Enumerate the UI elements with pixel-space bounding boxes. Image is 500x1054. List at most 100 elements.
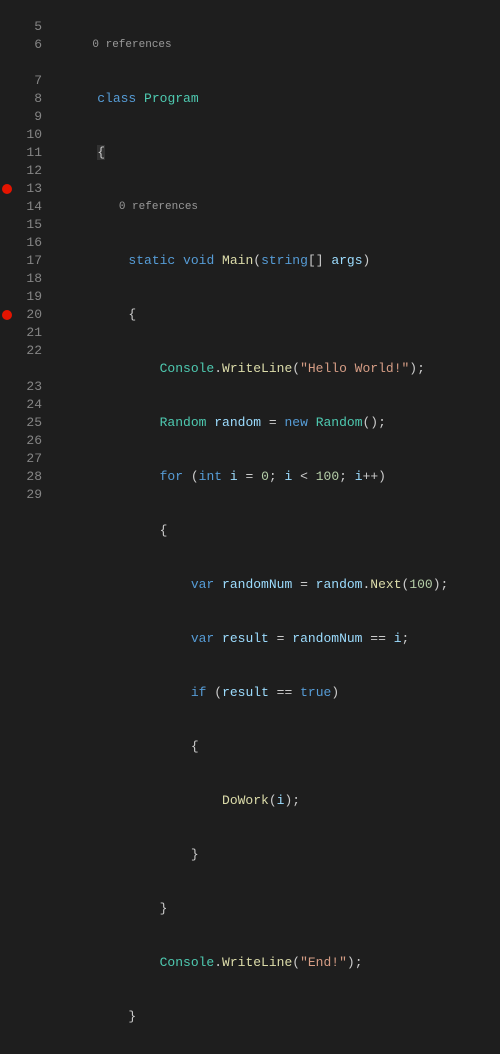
class-name: Random [160, 415, 207, 430]
punctuation: ( [191, 469, 199, 484]
punctuation: . [214, 955, 222, 970]
breakpoint-icon[interactable] [2, 310, 12, 320]
operator: = [238, 469, 261, 484]
code-line[interactable]: DoWork(i); [66, 792, 500, 810]
keyword: static [128, 253, 175, 268]
variable: i [394, 631, 402, 646]
keyword: var [191, 577, 214, 592]
code-line[interactable]: var randomNum = random.Next(100); [66, 576, 500, 594]
code-area[interactable]: 0 references class Program { 0 reference… [60, 0, 500, 527]
code-line[interactable]: for (int i = 0; i < 100; i++) [66, 468, 500, 486]
class-name: Console [160, 361, 215, 376]
code-line[interactable]: Console.WriteLine("End!"); [66, 954, 500, 972]
code-editor[interactable]: 5 6 7 8 9 10 11 12 13 14 15 16 17 18 19 … [0, 0, 500, 527]
keyword: for [160, 469, 183, 484]
code-line[interactable]: Console.WriteLine("Hello World!"); [66, 360, 500, 378]
code-line[interactable]: Random random = new Random(); [66, 414, 500, 432]
codelens-references[interactable]: 0 references [66, 198, 500, 216]
punctuation: [] [308, 253, 324, 268]
line-number: 22 [0, 342, 42, 360]
punctuation: (); [363, 415, 386, 430]
punctuation: ( [269, 793, 277, 808]
code-line[interactable]: } [66, 1008, 500, 1026]
operator: == [362, 631, 393, 646]
code-line[interactable]: { [66, 144, 500, 162]
space [308, 415, 316, 430]
operator: = [292, 577, 315, 592]
string-literal: "End!" [300, 955, 347, 970]
keyword: class [97, 91, 136, 106]
code-line[interactable]: var result = randomNum == i; [66, 630, 500, 648]
parameter: args [331, 253, 362, 268]
variable: randomNum [292, 631, 362, 646]
space [214, 631, 222, 646]
variable: i [355, 469, 363, 484]
line-number: 29 [0, 486, 42, 504]
number-literal: 100 [316, 469, 339, 484]
class-name: Console [160, 955, 215, 970]
punctuation: ) [331, 685, 339, 700]
brace-open: { [191, 739, 199, 754]
operator: == [269, 685, 300, 700]
class-name: Random [316, 415, 363, 430]
method-name: WriteLine [222, 361, 292, 376]
variable: result [222, 631, 269, 646]
code-line[interactable]: } [66, 846, 500, 864]
line-number: 16 [0, 234, 42, 252]
string-literal: "Hello World!" [300, 361, 409, 376]
codelens-gap [0, 360, 42, 378]
line-number: 26 [0, 432, 42, 450]
line-number: 8 [0, 90, 42, 108]
code-line[interactable]: class Program [66, 90, 500, 108]
keyword: void [175, 253, 214, 268]
line-number-gutter[interactable]: 5 6 7 8 9 10 11 12 13 14 15 16 17 18 19 … [0, 0, 60, 527]
punctuation: ); [409, 361, 425, 376]
codelens-references[interactable]: 0 references [66, 36, 500, 54]
method-name: WriteLine [222, 955, 292, 970]
punctuation: ); [347, 955, 363, 970]
line-number: 25 [0, 414, 42, 432]
brace-close: } [191, 847, 199, 862]
punctuation: . [214, 361, 222, 376]
operator: = [261, 415, 284, 430]
brace-close: } [128, 1009, 136, 1024]
code-line[interactable]: { [66, 738, 500, 756]
line-number: 11 [0, 144, 42, 162]
space [222, 469, 230, 484]
punctuation: ) [363, 253, 371, 268]
operator: < [292, 469, 315, 484]
code-line[interactable]: } [66, 900, 500, 918]
method-name: DoWork [222, 793, 269, 808]
brace-close: } [160, 901, 168, 916]
number-literal: 100 [409, 577, 432, 592]
line-number: 24 [0, 396, 42, 414]
code-line[interactable]: if (result == true) [66, 684, 500, 702]
code-line[interactable]: { [66, 306, 500, 324]
punctuation: ); [433, 577, 449, 592]
space [183, 469, 191, 484]
brace-open: { [128, 307, 136, 322]
line-number: 13 [0, 180, 42, 198]
variable: randomNum [222, 577, 292, 592]
keyword: new [284, 415, 307, 430]
code-line[interactable]: { [66, 522, 500, 540]
line-number: 21 [0, 324, 42, 342]
codelens-gap [0, 0, 42, 18]
line-number: 12 [0, 162, 42, 180]
variable: random [316, 577, 363, 592]
variable: i [277, 793, 285, 808]
operator: ++ [363, 469, 379, 484]
variable: result [222, 685, 269, 700]
line-number: 9 [0, 108, 42, 126]
punctuation: ) [378, 469, 386, 484]
space [214, 577, 222, 592]
punctuation: ; [269, 469, 285, 484]
method-name: Main [214, 253, 253, 268]
codelens-gap [0, 54, 42, 72]
punctuation: ( [292, 361, 300, 376]
keyword: if [191, 685, 207, 700]
code-line[interactable]: static void Main(string[] args) [66, 252, 500, 270]
keyword: true [300, 685, 331, 700]
variable: random [214, 415, 261, 430]
breakpoint-icon[interactable] [2, 184, 12, 194]
